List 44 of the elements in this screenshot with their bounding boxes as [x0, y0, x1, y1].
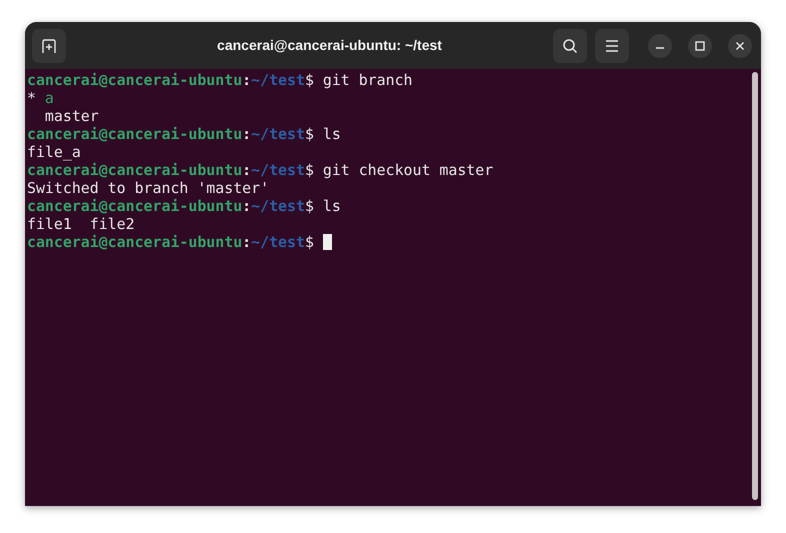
new-tab-icon [41, 38, 57, 54]
close-icon [735, 40, 745, 50]
prompt-separator: : [242, 125, 252, 143]
prompt-symbol: $ [304, 71, 314, 89]
scrollbar[interactable] [752, 72, 758, 500]
minimize-icon [656, 47, 664, 49]
prompt-path: ~/test [251, 233, 305, 251]
output-text: file_a [27, 143, 81, 161]
minimize-button[interactable] [648, 34, 672, 58]
maximize-icon [695, 40, 705, 50]
prompt-separator: : [242, 161, 252, 179]
output-text: file1 file2 [27, 215, 135, 233]
close-button[interactable] [728, 34, 752, 58]
prompt-path: ~/test [251, 197, 305, 215]
prompt-user-host: cancerai@cancerai-ubuntu [27, 71, 242, 89]
command-text: ls [322, 197, 341, 215]
prompt-user-host: cancerai@cancerai-ubuntu [27, 197, 242, 215]
prompt-path: ~/test [251, 161, 305, 179]
menu-button[interactable] [595, 28, 629, 62]
output-text: Switched to branch 'master' [27, 179, 270, 197]
prompt-separator: : [242, 197, 252, 215]
search-icon [562, 38, 578, 54]
branch-name: master [44, 107, 99, 125]
prompt-path: ~/test [251, 125, 305, 143]
menu-icon [605, 40, 619, 52]
maximize-button[interactable] [688, 34, 712, 58]
command-text: ls [322, 125, 341, 143]
command-text: git branch [322, 71, 413, 89]
branch-marker: * [27, 89, 36, 107]
search-button[interactable] [553, 28, 587, 62]
new-tab-button[interactable] [32, 28, 66, 62]
prompt-separator: : [242, 233, 252, 251]
branch-name: a [44, 89, 54, 107]
prompt-user-host: cancerai@cancerai-ubuntu [27, 161, 242, 179]
window-title: cancerai@cancerai-ubuntu: ~/test [217, 36, 442, 55]
prompt-symbol: $ [304, 161, 314, 179]
prompt-path: ~/test [251, 71, 305, 89]
prompt-symbol: $ [304, 233, 314, 251]
prompt-symbol: $ [304, 125, 314, 143]
command-text: git checkout master [322, 161, 494, 179]
prompt-separator: : [242, 71, 252, 89]
prompt-user-host: cancerai@cancerai-ubuntu [27, 125, 242, 143]
prompt-symbol: $ [304, 197, 314, 215]
prompt-user-host: cancerai@cancerai-ubuntu [27, 233, 242, 251]
